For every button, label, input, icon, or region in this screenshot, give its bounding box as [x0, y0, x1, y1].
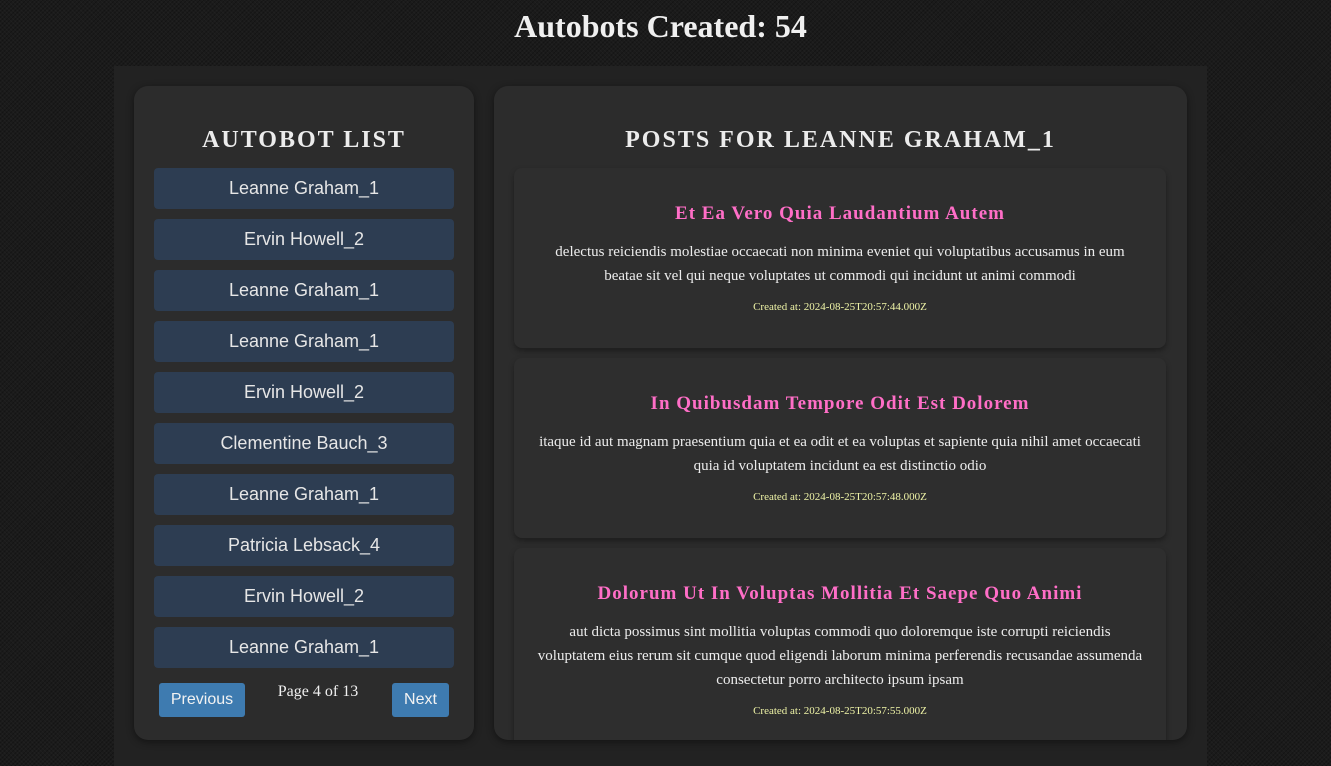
autobot-list-item[interactable]: Ervin Howell_2 — [154, 219, 454, 260]
posts-list: Et Ea Vero Quia Laudantium Autem delectu… — [514, 168, 1166, 740]
autobot-list-panel: Autobot List Leanne Graham_1 Ervin Howel… — [134, 86, 474, 740]
post-card: Dolorum Ut In Voluptas Mollitia Et Saepe… — [514, 548, 1166, 740]
next-button[interactable]: Next — [392, 683, 449, 717]
autobot-list-item[interactable]: Leanne Graham_1 — [154, 627, 454, 668]
post-created-at: Created at: 2024-08-25T20:57:44.000Z — [753, 301, 927, 313]
page-title: Autobots Created: 54 — [514, 8, 807, 44]
autobot-list-item[interactable]: Clementine Bauch_3 — [154, 423, 454, 464]
post-title: Dolorum Ut In Voluptas Mollitia Et Saepe… — [597, 583, 1083, 604]
autobot-list-item[interactable]: Leanne Graham_1 — [154, 474, 454, 515]
autobot-list-heading: Autobot List — [202, 127, 406, 153]
post-body: aut dicta possimus sint mollitia volupta… — [537, 624, 1143, 688]
post-body: itaque id aut magnam praesentium quia et… — [539, 434, 1141, 474]
autobot-list-item[interactable]: Patricia Lebsack_4 — [154, 525, 454, 566]
post-card: In Quibusdam Tempore Odit Est Dolorem it… — [514, 358, 1166, 538]
post-created-at: Created at: 2024-08-25T20:57:48.000Z — [753, 491, 927, 503]
post-card: Et Ea Vero Quia Laudantium Autem delectu… — [514, 168, 1166, 348]
autobot-list-item[interactable]: Leanne Graham_1 — [154, 321, 454, 362]
autobot-list-item[interactable]: Leanne Graham_1 — [154, 168, 454, 209]
autobot-list-item[interactable]: Leanne Graham_1 — [154, 270, 454, 311]
main-container: Autobot List Leanne Graham_1 Ervin Howel… — [114, 66, 1207, 766]
posts-panel: Posts for Leanne Graham_1 Et Ea Vero Qui… — [494, 86, 1187, 740]
autobot-list-item[interactable]: Ervin Howell_2 — [154, 372, 454, 413]
page-indicator: Page 4 of 13 — [277, 683, 359, 700]
autobot-list-item[interactable]: Ervin Howell_2 — [154, 576, 454, 617]
autobot-list: Leanne Graham_1 Ervin Howell_2 Leanne Gr… — [154, 168, 454, 678]
post-title: Et Ea Vero Quia Laudantium Autem — [675, 203, 1005, 224]
posts-heading: Posts for Leanne Graham_1 — [625, 127, 1056, 153]
post-created-at: Created at: 2024-08-25T20:57:55.000Z — [753, 705, 927, 717]
previous-button[interactable]: Previous — [159, 683, 245, 717]
post-body: delectus reiciendis molestiae occaecati … — [555, 244, 1125, 284]
post-title: In Quibusdam Tempore Odit Est Dolorem — [650, 393, 1030, 414]
pagination: Previous Page 4 of 13 Next — [134, 682, 474, 722]
